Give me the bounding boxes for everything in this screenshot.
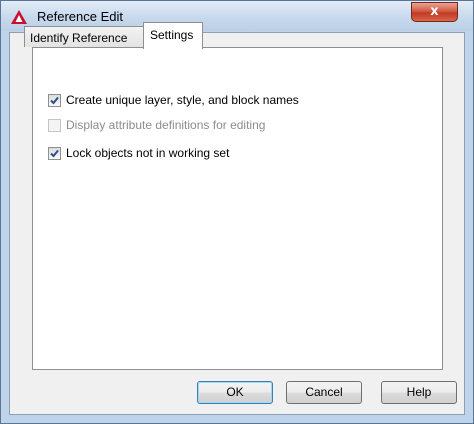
lock-objects-label: Lock objects not in working set (66, 146, 230, 160)
create-unique-names-label: Create unique layer, style, and block na… (66, 93, 299, 107)
checkmark-icon (50, 149, 59, 158)
display-attribute-definitions-checkbox (48, 119, 61, 132)
window-title: Reference Edit (37, 9, 123, 24)
cancel-button[interactable]: Cancel (286, 381, 362, 404)
display-attribute-definitions-label: Display attribute definitions for editin… (66, 118, 266, 132)
close-icon: x (430, 4, 439, 19)
checkmark-icon (50, 96, 59, 105)
reference-edit-dialog: Reference Edit x Identify Reference Sett… (0, 0, 474, 424)
lock-objects-checkbox[interactable] (48, 147, 61, 160)
create-unique-names-checkbox[interactable] (48, 94, 61, 107)
tab-settings[interactable]: Settings (143, 22, 203, 49)
ok-button[interactable]: OK (197, 381, 273, 404)
close-button[interactable]: x (411, 2, 458, 22)
tab-identify-reference[interactable]: Identify Reference (24, 26, 144, 47)
autocad-logo-icon (11, 10, 27, 24)
help-button[interactable]: Help (381, 381, 457, 404)
